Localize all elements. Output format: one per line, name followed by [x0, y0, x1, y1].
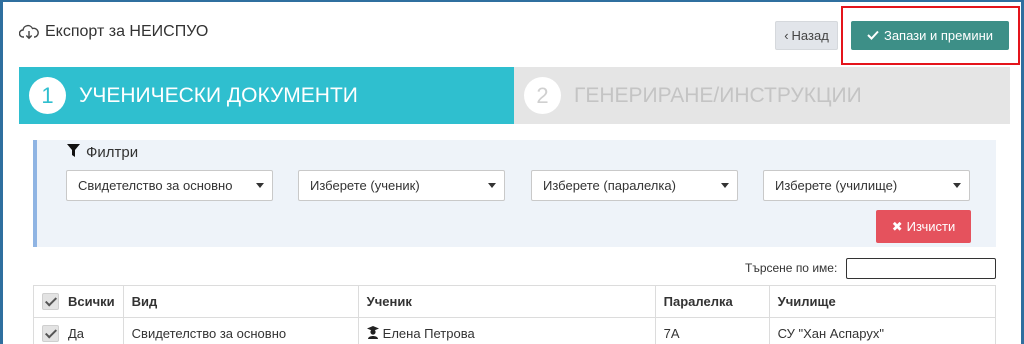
row-type: Свидетелство за основно: [122, 317, 359, 344]
step-generation-instructions[interactable]: 2 ГЕНЕРИРАНЕ/ИНСТРУКЦИИ: [514, 67, 1010, 124]
select-all-checkbox[interactable]: [42, 293, 59, 310]
step-label: УЧЕНИЧЕСКИ ДОКУМЕНТИ: [79, 83, 358, 107]
column-select-all[interactable]: Всички: [33, 285, 124, 318]
window-frame-top: [0, 0, 1024, 2]
documents-table: Всички Вид Ученик Паралелка Училище Да С…: [33, 285, 997, 344]
save-and-continue-button[interactable]: Запази и премини: [851, 21, 1009, 50]
chevron-down-icon: [953, 183, 961, 188]
row-checkbox[interactable]: [42, 325, 59, 342]
school-select-value: Изберете (училище): [775, 178, 898, 193]
search-input[interactable]: [846, 258, 996, 279]
row-class: 7А: [654, 317, 770, 344]
filter-title: Филтри: [67, 144, 138, 161]
step-number: 1: [29, 77, 66, 114]
table-header-row: Всички Вид Ученик Паралелка Училище: [33, 285, 997, 318]
search-label: Търсене по име:: [745, 261, 838, 275]
class-select-value: Изберете (паралелка): [543, 178, 676, 193]
clear-button-label: Изчисти: [906, 219, 956, 234]
student-select[interactable]: Изберете (ученик): [298, 170, 505, 201]
clear-filters-button[interactable]: ✖ Изчисти: [876, 210, 971, 243]
cloud-download-icon: [19, 24, 39, 40]
page-title-text: Експорт за НЕИСПУО: [45, 23, 209, 40]
filter-title-label: Филтри: [86, 144, 139, 161]
column-class[interactable]: Паралелка: [654, 285, 770, 318]
select-all-label: Всички: [68, 294, 115, 309]
window-frame-left: [0, 0, 3, 344]
student-select-value: Изберете (ученик): [310, 178, 420, 193]
graduate-user-icon: [366, 325, 379, 342]
column-type[interactable]: Вид: [122, 285, 359, 318]
filter-icon: [67, 144, 80, 161]
chevron-left-icon: ‹: [784, 28, 789, 43]
save-button-label: Запази и премини: [883, 28, 994, 43]
check-icon: [867, 28, 879, 43]
page-title: Експорт за НЕИСПУО: [19, 23, 208, 41]
step-student-documents[interactable]: 1 УЧЕНИЧЕСКИ ДОКУМЕНТИ: [19, 67, 514, 124]
step-number: 2: [524, 77, 561, 114]
wizard-steps: 1 УЧЕНИЧЕСКИ ДОКУМЕНТИ 2 ГЕНЕРИРАНЕ/ИНСТ…: [19, 67, 1010, 124]
column-student[interactable]: Ученик: [357, 285, 656, 318]
chevron-down-icon: [256, 183, 264, 188]
chevron-down-icon: [488, 183, 496, 188]
document-type-select[interactable]: Свидетелство за основно: [66, 170, 273, 201]
step-label: ГЕНЕРИРАНЕ/ИНСТРУКЦИИ: [574, 83, 862, 107]
filter-panel: Филтри Свидетелство за основно Изберете …: [33, 140, 996, 247]
row-student-cell: Елена Петрова: [357, 317, 656, 344]
table-row[interactable]: Да Свидетелство за основно Елена Петрова…: [33, 317, 997, 344]
row-school: СУ "Хан Аспарух": [768, 317, 997, 344]
school-select[interactable]: Изберете (училище): [763, 170, 970, 201]
row-select-cell[interactable]: Да: [33, 317, 124, 344]
row-selected-label: Да: [68, 326, 85, 341]
column-school[interactable]: Училище: [768, 285, 997, 318]
class-select[interactable]: Изберете (паралелка): [531, 170, 738, 201]
back-button-label: Назад: [791, 28, 829, 43]
document-type-value: Свидетелство за основно: [78, 178, 233, 193]
close-icon: ✖: [891, 218, 903, 234]
row-student-name: Елена Петрова: [382, 326, 475, 341]
chevron-down-icon: [721, 183, 729, 188]
back-button[interactable]: ‹ Назад: [775, 21, 838, 50]
